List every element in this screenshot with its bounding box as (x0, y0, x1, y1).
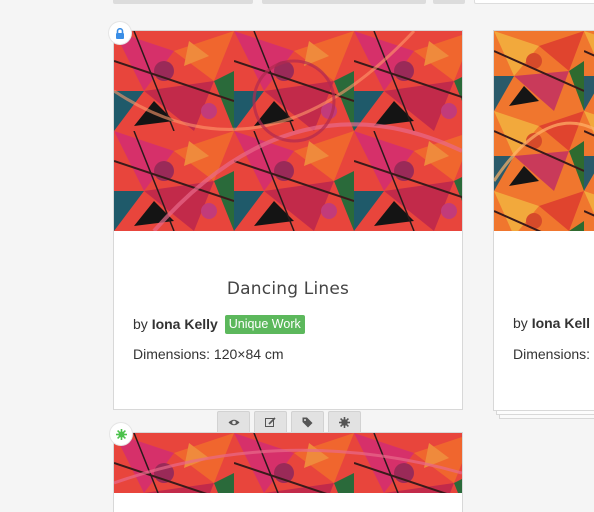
artwork-dimensions: Dimensions: (513, 346, 591, 362)
top-tab-4[interactable] (474, 0, 594, 4)
artwork-card[interactable] (113, 432, 463, 512)
edit-icon (265, 417, 276, 427)
artwork-dimensions: Dimensions: 120×84 cm (133, 346, 284, 362)
card-actions (217, 411, 361, 434)
top-tab-3[interactable] (433, 0, 465, 4)
artwork-image[interactable] (114, 31, 462, 231)
edit-button[interactable] (254, 411, 287, 434)
artist-name[interactable]: Iona Kelly (152, 316, 218, 332)
eye-icon (228, 419, 239, 426)
top-tab-2[interactable] (262, 0, 426, 4)
by-prefix: by (513, 315, 528, 331)
left-gutter (0, 0, 100, 486)
lock-icon (116, 27, 124, 39)
artwork-card[interactable]: by Iona Kell Dimensions: (493, 30, 594, 411)
private-status-badge (109, 22, 131, 44)
settings-button[interactable] (328, 411, 361, 434)
gear-icon (339, 417, 350, 428)
artist-byline: by Iona Kelly Unique Work (133, 315, 305, 334)
active-status-badge (110, 423, 132, 445)
tag-icon (302, 417, 313, 428)
artwork-title[interactable]: Dancing Lines (114, 279, 462, 299)
top-tab-1[interactable] (113, 0, 253, 4)
artist-byline: by Iona Kell (513, 315, 590, 331)
gear-icon (115, 428, 127, 440)
artwork-image[interactable] (114, 433, 462, 493)
tag-button[interactable] (291, 411, 324, 434)
by-prefix: by (133, 316, 148, 332)
view-button[interactable] (217, 411, 250, 434)
artwork-card[interactable]: Dancing Lines by Iona Kelly Unique Work … (113, 30, 463, 434)
artist-name[interactable]: Iona Kell (532, 315, 590, 331)
artwork-image[interactable] (494, 31, 594, 231)
unique-work-badge: Unique Work (224, 315, 305, 334)
